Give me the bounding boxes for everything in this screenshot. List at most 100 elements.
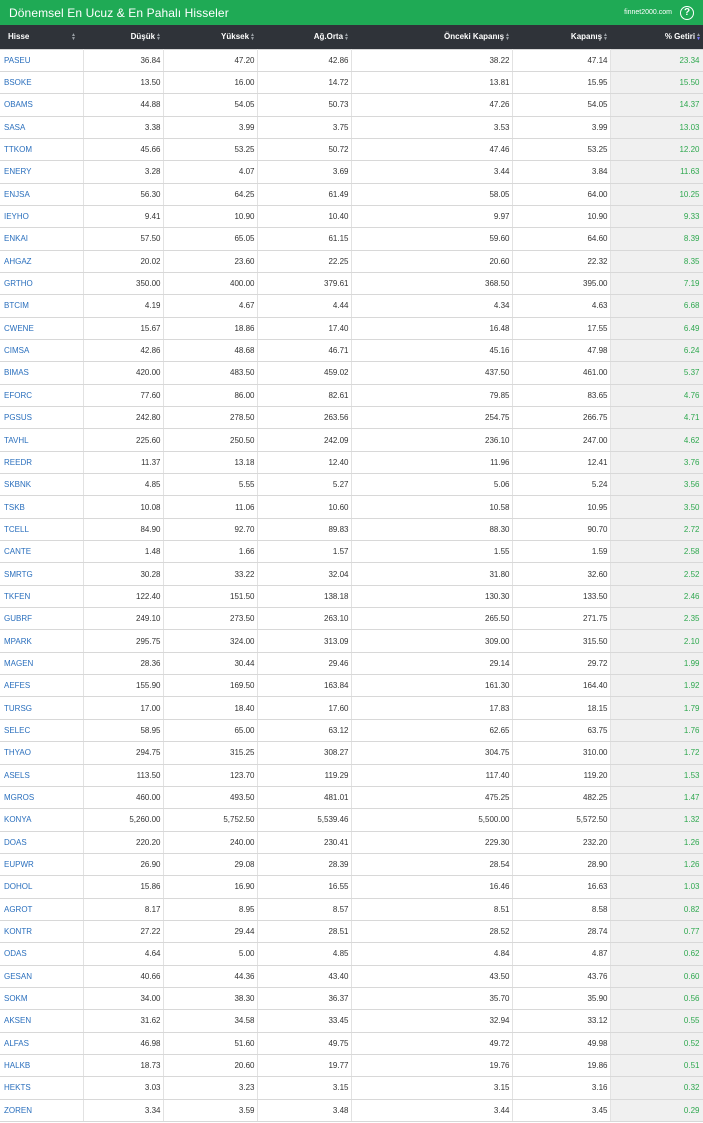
table-row: DOHOL 15.86 16.90 16.55 16.46 16.63 1.03	[0, 875, 703, 899]
ticker-link[interactable]: OBAMS	[0, 93, 84, 117]
table-cell: 16.48	[351, 317, 513, 340]
ticker-link[interactable]: PGSUS	[0, 406, 84, 430]
table-cell: 58.95	[83, 719, 164, 743]
ticker-link[interactable]: AGROT	[0, 898, 84, 921]
table-cell: 130.30	[351, 585, 513, 609]
ticker-link[interactable]: HEKTS	[0, 1076, 84, 1100]
ticker-link[interactable]: EFORC	[0, 384, 84, 408]
ticker-link[interactable]: ENERY	[0, 160, 84, 184]
table-cell: 11.37	[83, 451, 164, 475]
column-header-1[interactable]: Düşük ▲ ▼	[83, 25, 163, 49]
table-row: GUBRF 249.10 273.50 263.10 265.50 271.75 2.35	[0, 607, 703, 631]
ticker-link[interactable]: ENJSA	[0, 183, 84, 206]
table-cell: 19.76	[351, 1054, 513, 1078]
ticker-link[interactable]: TAVHL	[0, 428, 84, 452]
table-cell: 38.30	[163, 987, 258, 1011]
ticker-link[interactable]: REEDR	[0, 451, 84, 475]
ticker-link[interactable]: TCELL	[0, 518, 84, 542]
table-row: AEFES 155.90 169.50 163.84 161.30 164.40 1.92	[0, 674, 703, 698]
table-row: REEDR 11.37 13.18 12.40 11.96 12.41 3.76	[0, 451, 703, 475]
ticker-link[interactable]: EUPWR	[0, 853, 84, 877]
ticker-link[interactable]: CANTE	[0, 540, 84, 564]
ticker-link[interactable]: CWENE	[0, 317, 84, 340]
column-header-5[interactable]: Kapanış ▲ ▼	[512, 25, 610, 49]
brand-link[interactable]: finnet2000.com	[624, 9, 672, 16]
ticker-link[interactable]: GESAN	[0, 965, 84, 988]
sort-icon[interactable]: ▲ ▼	[250, 32, 255, 41]
table-cell: 15.86	[83, 875, 164, 899]
table-cell: 242.80	[83, 406, 164, 430]
table-row: TURSG 17.00 18.40 17.60 17.83 18.15 1.79	[0, 696, 703, 720]
table-cell: 28.74	[512, 920, 611, 944]
ticker-link[interactable]: AKSEN	[0, 1009, 84, 1033]
ticker-link[interactable]: KONTR	[0, 920, 84, 944]
return-cell: 1.92	[610, 674, 703, 698]
column-header-label: Düşük	[130, 32, 156, 42]
ticker-link[interactable]: AEFES	[0, 674, 84, 698]
table-cell: 155.90	[83, 674, 164, 698]
column-header-4[interactable]: Önceki Kapanış ▲ ▼	[351, 25, 512, 49]
ticker-link[interactable]: TURSG	[0, 696, 84, 720]
ticker-link[interactable]: BIMAS	[0, 361, 84, 385]
ticker-link[interactable]: BTCIM	[0, 294, 84, 318]
table-cell: 10.90	[163, 205, 258, 229]
ticker-link[interactable]: TTKOM	[0, 138, 84, 162]
ticker-link[interactable]: PASEU	[0, 48, 84, 72]
table-cell: 30.44	[163, 652, 258, 676]
column-header-0[interactable]: Hisse ▲ ▼	[0, 25, 83, 49]
ticker-link[interactable]: CIMSA	[0, 339, 84, 363]
ticker-link[interactable]: SASA	[0, 116, 84, 139]
ticker-link[interactable]: AHGAZ	[0, 250, 84, 273]
ticker-link[interactable]: BSOKE	[0, 71, 84, 95]
ticker-link[interactable]: ENKAI	[0, 227, 84, 251]
ticker-link[interactable]: MPARK	[0, 629, 84, 653]
ticker-link[interactable]: KONYA	[0, 808, 84, 832]
column-header-3[interactable]: Ağ.Orta ▲ ▼	[257, 25, 351, 49]
ticker-link[interactable]: SKBNK	[0, 473, 84, 497]
ticker-link[interactable]: SELEC	[0, 719, 84, 743]
table-cell: 122.40	[83, 585, 164, 609]
ticker-link[interactable]: ZOREN	[0, 1099, 84, 1123]
table-cell: 113.50	[83, 764, 164, 787]
table-cell: 15.95	[512, 71, 611, 95]
ticker-link[interactable]: HALKB	[0, 1054, 84, 1078]
ticker-link[interactable]: GUBRF	[0, 607, 84, 631]
ticker-link[interactable]: MGROS	[0, 786, 84, 810]
ticker-link[interactable]: SOKM	[0, 987, 84, 1011]
column-header-label: Hisse	[8, 32, 30, 42]
sort-icon[interactable]: ▲ ▼	[71, 32, 76, 41]
ticker-link[interactable]: ALFAS	[0, 1032, 84, 1055]
ticker-link[interactable]: IEYHO	[0, 205, 84, 229]
ticker-link[interactable]: ASELS	[0, 764, 84, 787]
sort-icon[interactable]: ▲ ▼	[505, 32, 510, 41]
ticker-link[interactable]: TSKB	[0, 495, 84, 519]
ticker-link[interactable]: ODAS	[0, 942, 84, 966]
widget-title: Dönemsel En Ucuz & En Pahalı Hisseler	[9, 5, 229, 20]
table-cell: 10.95	[512, 495, 611, 519]
table-row: MAGEN 28.36 30.44 29.46 29.14 29.72 1.99	[0, 652, 703, 676]
ticker-link[interactable]: SMRTG	[0, 562, 84, 586]
ticker-link[interactable]: TKFEN	[0, 585, 84, 609]
sort-icon[interactable]: ▲ ▼	[156, 32, 161, 41]
sort-icon[interactable]: ▲ ▼	[344, 32, 349, 41]
sort-icon[interactable]: ▲ ▼	[696, 32, 701, 41]
ticker-link[interactable]: GRTHO	[0, 272, 84, 296]
column-header-6[interactable]: % Getiri ▲ ▼	[610, 25, 703, 49]
return-cell: 2.58	[610, 540, 703, 564]
sort-icon[interactable]: ▲ ▼	[603, 32, 608, 41]
table-cell: 90.70	[512, 518, 611, 542]
table-cell: 33.22	[163, 562, 258, 586]
ticker-link[interactable]: THYAO	[0, 741, 84, 765]
table-cell: 220.20	[83, 831, 164, 854]
table-cell: 3.34	[83, 1099, 164, 1123]
return-cell: 6.68	[610, 294, 703, 318]
table-row: OBAMS 44.88 54.05 50.73 47.26 54.05 14.37	[0, 93, 703, 117]
column-header-2[interactable]: Yüksek ▲ ▼	[163, 25, 257, 49]
table-cell: 3.99	[163, 116, 258, 139]
table-cell: 28.54	[351, 853, 513, 877]
table-cell: 35.90	[512, 987, 611, 1011]
ticker-link[interactable]: DOHOL	[0, 875, 84, 899]
ticker-link[interactable]: MAGEN	[0, 652, 84, 676]
ticker-link[interactable]: DOAS	[0, 831, 84, 854]
help-icon[interactable]: ?	[680, 5, 694, 20]
